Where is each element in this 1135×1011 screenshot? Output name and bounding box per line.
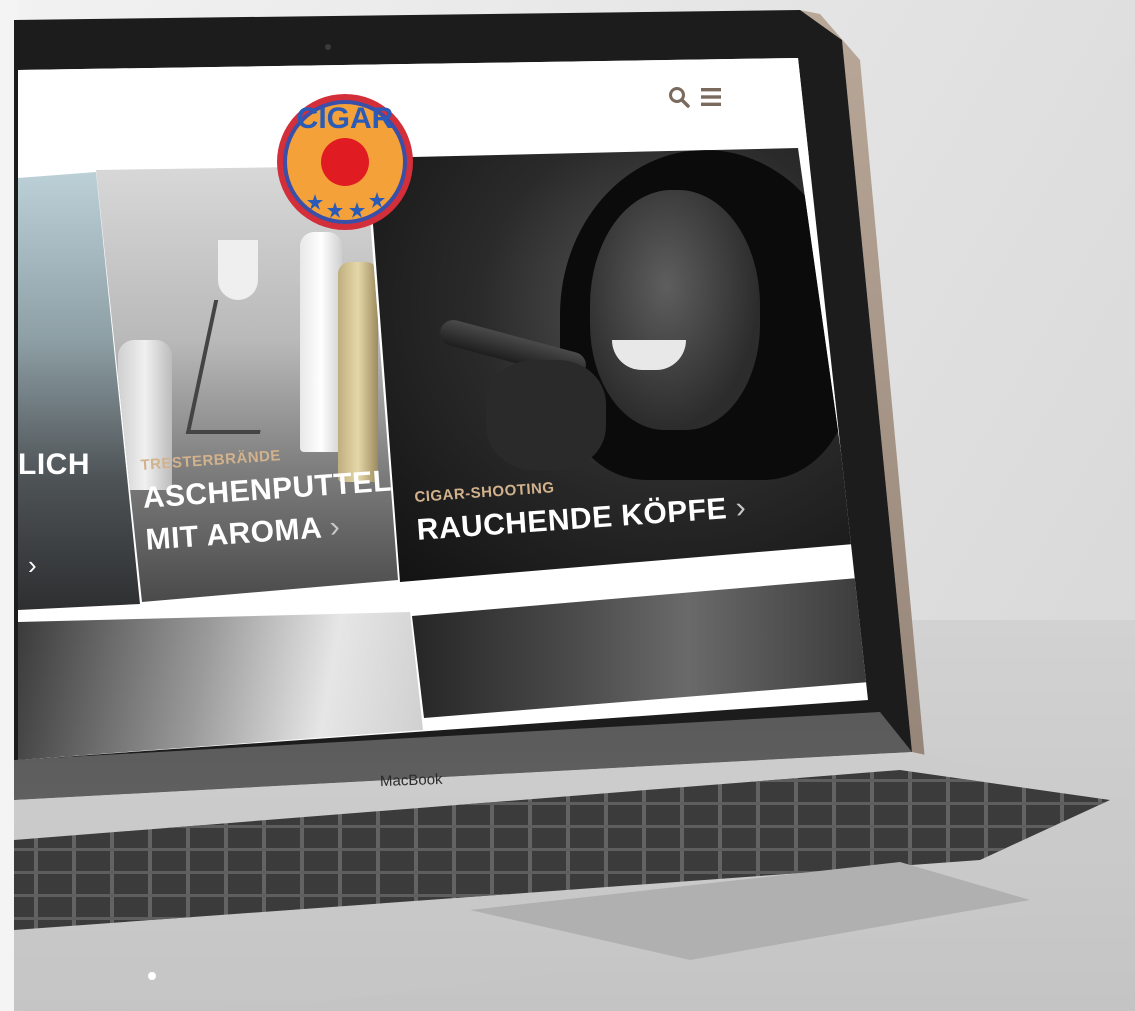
search-icon[interactable] (668, 86, 690, 108)
status-led (148, 972, 156, 980)
tile-a-caption: LICH (18, 450, 90, 480)
site-header (18, 58, 818, 158)
glass-image (218, 240, 258, 300)
chevron-right-icon: › (328, 510, 342, 544)
logo-text: CIGAR (297, 102, 394, 135)
chevron-right-icon: › (734, 490, 748, 525)
tile-a-chevron[interactable]: › (28, 552, 37, 578)
hamburger-menu-icon[interactable] (700, 87, 722, 107)
device-label: MacBook (379, 770, 443, 791)
tile-a-headline: LICH (18, 448, 90, 481)
bottle-image (300, 232, 342, 452)
face-shape (590, 190, 760, 430)
header-actions (668, 86, 722, 108)
hand-shape (486, 360, 606, 470)
scale-image (185, 300, 289, 434)
camera-dot (325, 44, 331, 50)
cigar-logo-badge[interactable]: CIGAR (274, 82, 416, 242)
article-tile-lounge[interactable] (412, 578, 868, 718)
tile-b-headline-line1[interactable]: ASCHENPUTTEL (142, 465, 393, 515)
tile-b-caption: TRESTERBRÄNDE ASCHENPUTTEL MIT AROMA › (140, 441, 396, 557)
